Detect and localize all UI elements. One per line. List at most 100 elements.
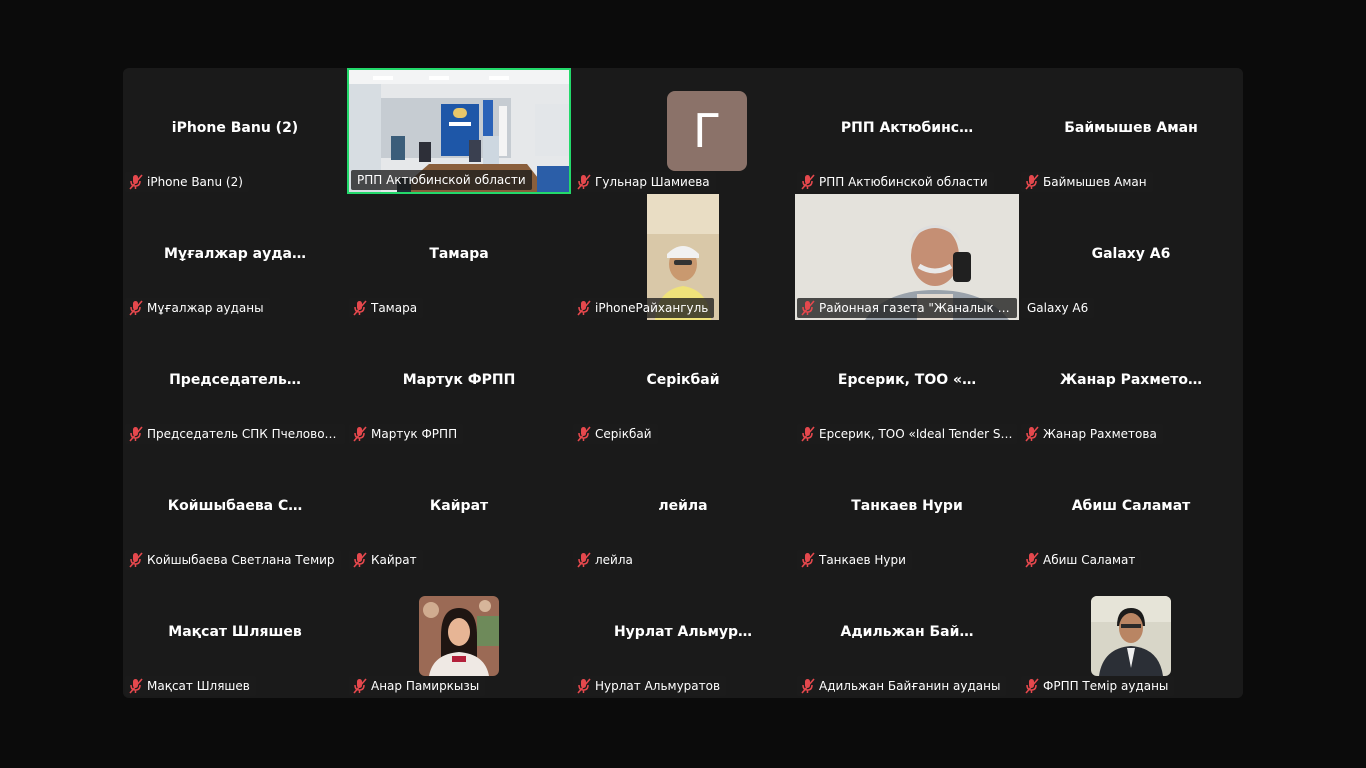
participant-name-bar: Баймышев Аман <box>1021 172 1153 192</box>
muted-microphone-icon <box>129 300 143 316</box>
participant-tile[interactable]: лейла лейла <box>571 446 795 572</box>
participant-tile[interactable]: Нурлат Альмур… Нурлат Альмуратов <box>571 572 795 698</box>
participant-name: лейла <box>595 553 633 567</box>
muted-microphone-icon <box>577 300 591 316</box>
participant-name-bar: РПП Актюбинской области <box>351 170 532 190</box>
participant-tile[interactable]: Баймышев Аман Баймышев Аман <box>1019 68 1243 194</box>
participant-name: Баймышев Аман <box>1043 175 1147 189</box>
muted-microphone-icon <box>577 174 591 190</box>
participant-tile[interactable]: Кайрат Кайрат <box>347 446 571 572</box>
participant-name: Анар Памиркызы <box>371 679 480 693</box>
participant-avatar: Г <box>667 91 747 171</box>
muted-microphone-icon <box>129 426 143 442</box>
muted-microphone-icon <box>353 300 367 316</box>
participant-name-bar: Районная газета "Жаналык жар… <box>797 298 1017 318</box>
muted-microphone-icon <box>577 426 591 442</box>
participant-name-bar: лейла <box>573 550 639 570</box>
participant-tile[interactable]: Койшыбаева С… Койшыбаева Светлана Темир <box>123 446 347 572</box>
participant-photo <box>419 596 499 676</box>
participant-display-name: Мақсат Шляшев <box>168 624 302 640</box>
participant-name-bar: Адильжан Байғанин ауданы <box>797 676 1007 696</box>
participant-tile[interactable]: Мақсат Шляшев Мақсат Шляшев <box>123 572 347 698</box>
muted-microphone-icon <box>129 174 143 190</box>
participant-tile[interactable]: РПП Актюбинс… РПП Актюбинской области <box>795 68 1019 194</box>
participant-tile[interactable]: Ерсерик, ТОО «… Ерсерик, ТОО «Ideal Tend… <box>795 320 1019 446</box>
participant-display-name: Председатель… <box>169 372 301 388</box>
participant-name-bar: ФРПП Темір ауданы <box>1021 676 1175 696</box>
participant-tile[interactable]: iPhoneРайхангуль <box>571 194 795 320</box>
participant-name: Серікбай <box>595 427 652 441</box>
participant-display-name: Жанар Рахмето… <box>1059 372 1202 388</box>
participant-tile[interactable]: Мұғалжар ауда… Мұғалжар ауданы <box>123 194 347 320</box>
participant-name-bar: Galaxy A6 <box>1021 298 1095 318</box>
muted-microphone-icon <box>129 678 143 694</box>
participant-tile[interactable]: Абиш Саламат Абиш Саламат <box>1019 446 1243 572</box>
participant-tile[interactable]: Жанар Рахмето… Жанар Рахметова <box>1019 320 1243 446</box>
muted-microphone-icon <box>801 426 815 442</box>
participant-display-name: Кайрат <box>429 498 489 514</box>
participant-name: Председатель СПК Пчеловоды… <box>147 427 341 441</box>
participant-name: Танкаев Нури <box>819 553 906 567</box>
participant-name: Абиш Саламат <box>1043 553 1136 567</box>
muted-microphone-icon <box>801 678 815 694</box>
participant-tile[interactable]: Мартук ФРПП Мартук ФРПП <box>347 320 571 446</box>
participant-name: РПП Актюбинской области <box>819 175 988 189</box>
participant-name: Районная газета "Жаналык жар… <box>819 301 1013 315</box>
participant-tile[interactable]: Председатель… Председатель СПК Пчеловоды… <box>123 320 347 446</box>
participant-name-bar: Анар Памиркызы <box>349 676 486 696</box>
participant-name: Жанар Рахметова <box>1043 427 1157 441</box>
participant-tile[interactable]: Танкаев Нури Танкаев Нури <box>795 446 1019 572</box>
participant-tile[interactable]: Тамара Тамара <box>347 194 571 320</box>
muted-microphone-icon <box>1025 174 1039 190</box>
participant-tile[interactable]: ФРПП Темір ауданы <box>1019 572 1243 698</box>
participant-display-name: Адильжан Бай… <box>840 624 974 640</box>
participant-name: iPhoneРайхангуль <box>595 301 709 315</box>
participant-name: Гульнар Шамиева <box>595 175 710 189</box>
participant-name-bar: Председатель СПК Пчеловоды… <box>125 424 345 444</box>
participant-tile[interactable]: Серікбай Серікбай <box>571 320 795 446</box>
participant-name: Мартук ФРПП <box>371 427 458 441</box>
participant-display-name: Серікбай <box>646 372 720 388</box>
muted-microphone-icon <box>801 300 815 316</box>
muted-microphone-icon <box>577 678 591 694</box>
participant-display-name: Тамара <box>429 246 489 262</box>
muted-microphone-icon <box>353 552 367 568</box>
participant-name-bar: Нурлат Альмуратов <box>573 676 727 696</box>
participant-photo <box>1091 596 1171 676</box>
muted-microphone-icon <box>801 174 815 190</box>
participant-name: Койшыбаева Светлана Темир <box>147 553 335 567</box>
participant-name: Ерсерик, ТОО «Ideal Tender Ser… <box>819 427 1013 441</box>
participant-name-bar: РПП Актюбинской области <box>797 172 994 192</box>
participant-display-name: Койшыбаева С… <box>167 498 303 514</box>
participant-name-bar: Тамара <box>349 298 424 318</box>
participant-name-bar: iPhoneРайхангуль <box>573 298 715 318</box>
participant-name: Нурлат Альмуратов <box>595 679 721 693</box>
participant-name-bar: Жанар Рахметова <box>1021 424 1163 444</box>
participant-name: Мақсат Шляшев <box>147 679 250 693</box>
participant-name-bar: Абиш Саламат <box>1021 550 1142 570</box>
participant-display-name: Мартук ФРПП <box>402 372 516 388</box>
participant-tile[interactable]: iPhone Banu (2) iPhone Banu (2) <box>123 68 347 194</box>
participant-name-bar: Серікбай <box>573 424 658 444</box>
participant-tile[interactable]: Г Гульнар Шамиева <box>571 68 795 194</box>
muted-microphone-icon <box>1025 426 1039 442</box>
participant-name: ФРПП Темір ауданы <box>1043 679 1169 693</box>
participant-display-name: Баймышев Аман <box>1064 120 1198 136</box>
participant-name-bar: Ерсерик, ТОО «Ideal Tender Ser… <box>797 424 1017 444</box>
participant-name: iPhone Banu (2) <box>147 175 243 189</box>
participant-tile[interactable]: Адильжан Бай… Адильжан Байғанин ауданы <box>795 572 1019 698</box>
participant-tile[interactable]: Районная газета "Жаналык жар… <box>795 194 1019 320</box>
participant-display-name: Мұғалжар ауда… <box>164 246 306 262</box>
participant-tile[interactable]: Анар Памиркызы <box>347 572 571 698</box>
participant-tile-active-speaker[interactable]: РПП Актюбинской области <box>347 68 571 194</box>
muted-microphone-icon <box>1025 552 1039 568</box>
participant-name: Мұғалжар ауданы <box>147 301 264 315</box>
participant-display-name: Galaxy A6 <box>1091 246 1171 262</box>
participant-name: РПП Актюбинской области <box>357 173 526 187</box>
participant-display-name: РПП Актюбинс… <box>840 120 974 136</box>
participant-display-name: лейла <box>658 498 708 514</box>
participant-name: Тамара <box>371 301 418 315</box>
participant-tile[interactable]: Galaxy A6 Galaxy A6 <box>1019 194 1243 320</box>
participant-name-bar: Мартук ФРПП <box>349 424 464 444</box>
participant-name: Адильжан Байғанин ауданы <box>819 679 1001 693</box>
